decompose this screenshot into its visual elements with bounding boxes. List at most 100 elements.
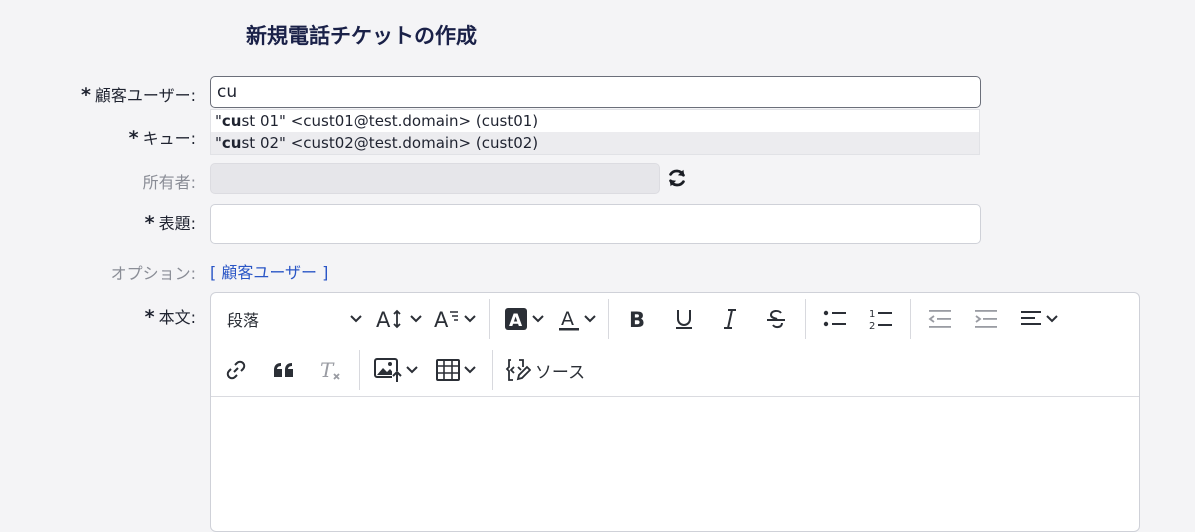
toolbar-separator bbox=[492, 350, 493, 390]
link-icon bbox=[225, 359, 247, 381]
quote-icon bbox=[273, 361, 295, 379]
subject-label: * 表題: bbox=[145, 210, 196, 234]
insert-image-dropdown[interactable] bbox=[366, 352, 426, 388]
body-label-text: 本文: bbox=[158, 308, 196, 327]
editor-toolbar: 段落 A A A A B 1 2 T ソース bbox=[211, 293, 1139, 397]
source-button[interactable]: ソース bbox=[499, 352, 591, 388]
customer-user-label: * 顧客ユーザー: bbox=[81, 82, 196, 106]
page-title: 新規電話チケットの作成 bbox=[246, 24, 477, 48]
toolbar-separator bbox=[805, 299, 806, 339]
underline-icon bbox=[674, 307, 694, 331]
font-background-color-icon: A bbox=[504, 307, 528, 331]
link-button[interactable] bbox=[211, 352, 261, 388]
autocomplete-rest: st 01" <cust01@test.domain> (cust01) bbox=[241, 112, 539, 130]
chevron-down-icon bbox=[464, 315, 476, 323]
queue-label-text: キュー: bbox=[142, 129, 196, 148]
toolbar-separator bbox=[608, 299, 609, 339]
required-mark: * bbox=[80, 84, 91, 106]
image-upload-icon bbox=[374, 357, 402, 383]
owner-select bbox=[210, 163, 660, 194]
remove-format-icon: T bbox=[318, 358, 342, 382]
svg-text:2: 2 bbox=[869, 321, 875, 331]
chevron-down-icon bbox=[406, 366, 418, 374]
paragraph-label: 段落 bbox=[227, 311, 260, 330]
table-icon bbox=[436, 359, 460, 381]
bold-icon: B bbox=[628, 307, 648, 331]
subject-label-text: 表題: bbox=[158, 214, 196, 233]
autocomplete-match: cu bbox=[221, 134, 242, 152]
toolbar-separator bbox=[359, 350, 360, 390]
font-family-icon: A bbox=[434, 307, 460, 331]
blockquote-button[interactable] bbox=[261, 352, 307, 388]
chevron-down-icon bbox=[349, 314, 363, 324]
indent-icon bbox=[974, 308, 998, 330]
strikethrough-icon bbox=[765, 307, 787, 331]
italic-button[interactable] bbox=[707, 301, 753, 337]
svg-text:A: A bbox=[509, 311, 523, 331]
remove-format-button[interactable]: T bbox=[307, 352, 353, 388]
outdent-icon bbox=[928, 308, 952, 330]
subject-input[interactable] bbox=[211, 205, 980, 243]
strikethrough-button[interactable] bbox=[753, 301, 799, 337]
chevron-down-icon bbox=[532, 315, 544, 323]
svg-text:A: A bbox=[434, 308, 449, 331]
bulleted-list-button[interactable] bbox=[812, 301, 858, 337]
owner-label-text: 所有者: bbox=[142, 173, 196, 192]
required-mark: * bbox=[128, 127, 139, 149]
customer-user-input[interactable] bbox=[211, 77, 980, 107]
font-size-dropdown[interactable]: A bbox=[371, 301, 427, 337]
font-size-icon: A bbox=[376, 307, 406, 331]
chevron-down-icon bbox=[584, 315, 596, 323]
required-mark: * bbox=[144, 212, 155, 234]
options-label: オプション: bbox=[111, 260, 196, 284]
subject-field[interactable] bbox=[210, 204, 981, 244]
font-family-dropdown[interactable]: A bbox=[427, 301, 483, 337]
toolbar-separator bbox=[910, 299, 911, 339]
autocomplete-rest: st 02" <cust02@test.domain> (cust02) bbox=[241, 134, 539, 152]
customer-user-options-link[interactable]: [ 顧客ユーザー ] bbox=[210, 259, 328, 283]
options-label-text: オプション: bbox=[110, 264, 196, 283]
bulleted-list-icon bbox=[823, 308, 847, 330]
align-left-icon bbox=[1020, 309, 1042, 329]
indent-button[interactable] bbox=[963, 301, 1009, 337]
autocomplete-prefix: " bbox=[215, 134, 222, 152]
refresh-icon[interactable] bbox=[666, 167, 688, 189]
svg-text:1: 1 bbox=[869, 309, 875, 320]
chevron-down-icon bbox=[1046, 315, 1058, 323]
numbered-list-button[interactable]: 12 bbox=[858, 301, 904, 337]
underline-button[interactable] bbox=[661, 301, 707, 337]
body-label: * 本文: bbox=[145, 304, 196, 328]
italic-icon bbox=[720, 307, 740, 331]
outdent-button[interactable] bbox=[917, 301, 963, 337]
background-color-dropdown[interactable]: A bbox=[496, 301, 552, 337]
customer-user-field[interactable] bbox=[210, 76, 981, 108]
bold-button[interactable]: B bbox=[615, 301, 661, 337]
autocomplete-item-cust02[interactable]: "cust 02" <cust02@test.domain> (cust02) bbox=[211, 132, 979, 154]
customer-user-label-text: 顧客ユーザー: bbox=[94, 86, 196, 105]
source-label: ソース bbox=[534, 362, 586, 383]
toolbar-row-1: 段落 A A A A B 1 2 bbox=[211, 294, 1069, 344]
chevron-down-icon bbox=[410, 315, 422, 323]
autocomplete-item-cust01[interactable]: "cust 01" <cust01@test.domain> (cust01) bbox=[211, 110, 979, 132]
editor-content-area[interactable] bbox=[211, 397, 1139, 531]
paragraph-dropdown[interactable]: 段落 bbox=[211, 301, 371, 337]
svg-text:A: A bbox=[376, 308, 391, 331]
svg-text:A: A bbox=[561, 308, 574, 330]
autocomplete-list: "cust 01" <cust01@test.domain> (cust01) … bbox=[210, 109, 980, 155]
chevron-down-icon bbox=[464, 366, 476, 374]
font-color-dropdown[interactable]: A bbox=[552, 301, 602, 337]
autocomplete-match: cu bbox=[221, 112, 242, 130]
svg-text:T: T bbox=[320, 358, 335, 382]
insert-table-dropdown[interactable] bbox=[426, 352, 486, 388]
required-mark: * bbox=[144, 306, 155, 328]
toolbar-separator bbox=[489, 299, 490, 339]
alignment-dropdown[interactable] bbox=[1009, 301, 1069, 337]
font-color-icon: A bbox=[558, 306, 580, 332]
rich-text-editor: 段落 A A A A B 1 2 T ソース bbox=[210, 292, 1140, 532]
queue-label: * キュー: bbox=[129, 125, 196, 149]
source-edit-icon bbox=[505, 357, 531, 383]
owner-label: 所有者: bbox=[143, 169, 196, 193]
numbered-list-icon: 12 bbox=[869, 307, 893, 331]
svg-text:B: B bbox=[629, 308, 645, 331]
toolbar-row-2: T ソース bbox=[211, 345, 591, 395]
